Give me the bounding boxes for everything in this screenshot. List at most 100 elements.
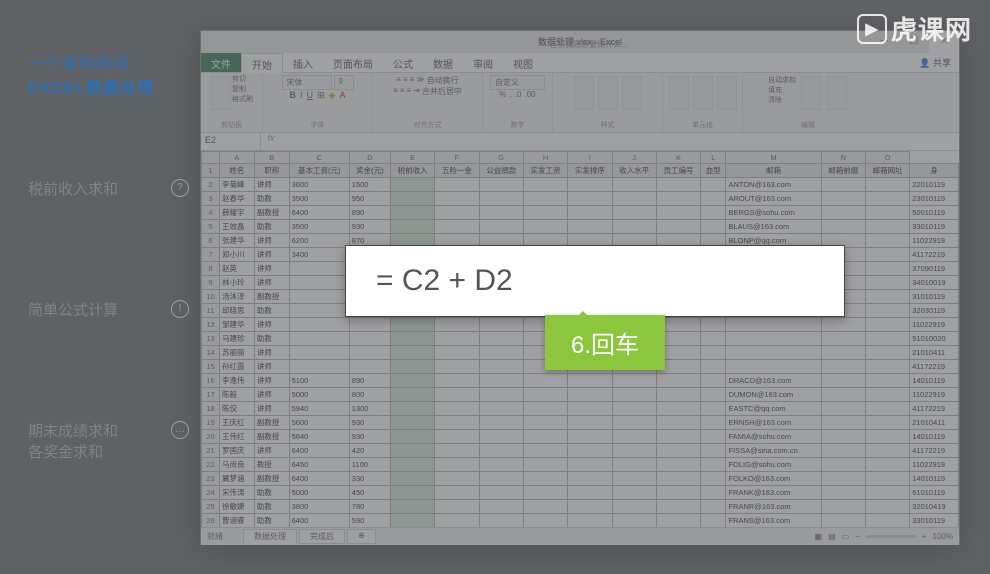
sheet-tab-2[interactable]: 完成后: [299, 529, 345, 544]
fontcolor-icon[interactable]: A: [339, 90, 345, 101]
cell[interactable]: [479, 220, 523, 234]
tellme-search[interactable]: ♀ 告诉我您想要做什么...: [541, 34, 628, 56]
cell[interactable]: [656, 486, 700, 500]
cell[interactable]: [865, 500, 909, 514]
share-button[interactable]: 👤 共享: [911, 53, 959, 72]
cell[interactable]: [568, 458, 612, 472]
cell[interactable]: [612, 388, 656, 402]
cell[interactable]: [479, 416, 523, 430]
cell[interactable]: [865, 318, 909, 332]
cell[interactable]: [821, 192, 865, 206]
cell[interactable]: [865, 444, 909, 458]
name-box[interactable]: E2: [201, 133, 261, 150]
cell[interactable]: [865, 402, 909, 416]
sheet-tab-add[interactable]: ⊕: [347, 529, 376, 544]
cell[interactable]: 420: [349, 444, 390, 458]
cell[interactable]: 3500: [289, 192, 349, 206]
cell[interactable]: [390, 514, 434, 528]
row-header[interactable]: 19: [202, 416, 220, 430]
cell[interactable]: [479, 192, 523, 206]
cell[interactable]: 副教授: [254, 290, 289, 304]
cell[interactable]: 6400: [289, 472, 349, 486]
cell[interactable]: 讲师: [254, 374, 289, 388]
cell[interactable]: ANTON@163.com: [726, 178, 821, 192]
cell[interactable]: [523, 388, 567, 402]
cell[interactable]: 讲师: [254, 388, 289, 402]
cell[interactable]: [479, 332, 523, 346]
row-header[interactable]: 9: [202, 276, 220, 290]
cell[interactable]: [865, 388, 909, 402]
cell[interactable]: [656, 388, 700, 402]
underline-button[interactable]: U: [307, 90, 314, 101]
cell[interactable]: [390, 444, 434, 458]
cell[interactable]: 41172219: [910, 248, 959, 262]
cell[interactable]: 1500: [349, 178, 390, 192]
italic-button[interactable]: I: [300, 90, 303, 101]
cell[interactable]: [568, 220, 612, 234]
cell[interactable]: [390, 178, 434, 192]
cell[interactable]: [821, 416, 865, 430]
col-header[interactable]: J: [612, 152, 656, 164]
cell[interactable]: [612, 220, 656, 234]
cell[interactable]: [612, 514, 656, 528]
cell[interactable]: [568, 430, 612, 444]
cell[interactable]: 5000: [289, 388, 349, 402]
cell[interactable]: [523, 486, 567, 500]
fx-icon[interactable]: fx: [261, 133, 281, 150]
col-header[interactable]: A: [220, 152, 255, 164]
zoom-controls[interactable]: ▦ ▤ ▭ − + 100%: [815, 532, 954, 541]
row-header[interactable]: 7: [202, 248, 220, 262]
cell[interactable]: [390, 360, 434, 374]
cell[interactable]: [865, 304, 909, 318]
cell[interactable]: [656, 178, 700, 192]
row-header[interactable]: 26: [202, 514, 220, 528]
cell[interactable]: [821, 472, 865, 486]
row-header[interactable]: 5: [202, 220, 220, 234]
tab-review[interactable]: 审阅: [463, 53, 503, 72]
cell[interactable]: 张建华: [220, 234, 255, 248]
row-header[interactable]: 14: [202, 346, 220, 360]
cell[interactable]: 330: [349, 472, 390, 486]
cell[interactable]: 34010019: [910, 276, 959, 290]
cell[interactable]: [656, 220, 700, 234]
cell[interactable]: [479, 430, 523, 444]
tab-formulas[interactable]: 公式: [383, 53, 423, 72]
cell[interactable]: [865, 192, 909, 206]
cell[interactable]: 薛耀宇: [220, 206, 255, 220]
cell[interactable]: [289, 346, 349, 360]
cell[interactable]: 5000: [289, 486, 349, 500]
cell[interactable]: [865, 276, 909, 290]
cell[interactable]: 51010020: [910, 332, 959, 346]
col-header[interactable]: I: [568, 152, 612, 164]
cell[interactable]: [390, 318, 434, 332]
cell[interactable]: [656, 192, 700, 206]
formula-input[interactable]: [281, 133, 959, 150]
view-normal-icon[interactable]: ▦: [815, 532, 823, 541]
cell[interactable]: 汤沐淳: [220, 290, 255, 304]
cell[interactable]: [435, 374, 479, 388]
cell[interactable]: [568, 178, 612, 192]
cell[interactable]: [821, 500, 865, 514]
cell[interactable]: [390, 346, 434, 360]
cell[interactable]: [821, 514, 865, 528]
cell[interactable]: [821, 388, 865, 402]
cell[interactable]: [523, 220, 567, 234]
cell[interactable]: [435, 402, 479, 416]
cell[interactable]: [349, 360, 390, 374]
cell[interactable]: [435, 318, 479, 332]
cell[interactable]: [656, 374, 700, 388]
cell[interactable]: [656, 402, 700, 416]
cell[interactable]: [523, 178, 567, 192]
cell[interactable]: 6400: [289, 206, 349, 220]
cell[interactable]: FAMIA@sohu.com: [726, 430, 821, 444]
cellstyle-icon[interactable]: [622, 76, 642, 110]
col-header[interactable]: G: [479, 152, 523, 164]
cell[interactable]: [479, 402, 523, 416]
cell[interactable]: 780: [349, 500, 390, 514]
border-icon[interactable]: ⊞: [317, 90, 325, 101]
cell[interactable]: [821, 458, 865, 472]
cell[interactable]: [435, 486, 479, 500]
cell[interactable]: 23010119: [910, 192, 959, 206]
condformat-icon[interactable]: [574, 76, 594, 110]
cell[interactable]: [701, 514, 726, 528]
